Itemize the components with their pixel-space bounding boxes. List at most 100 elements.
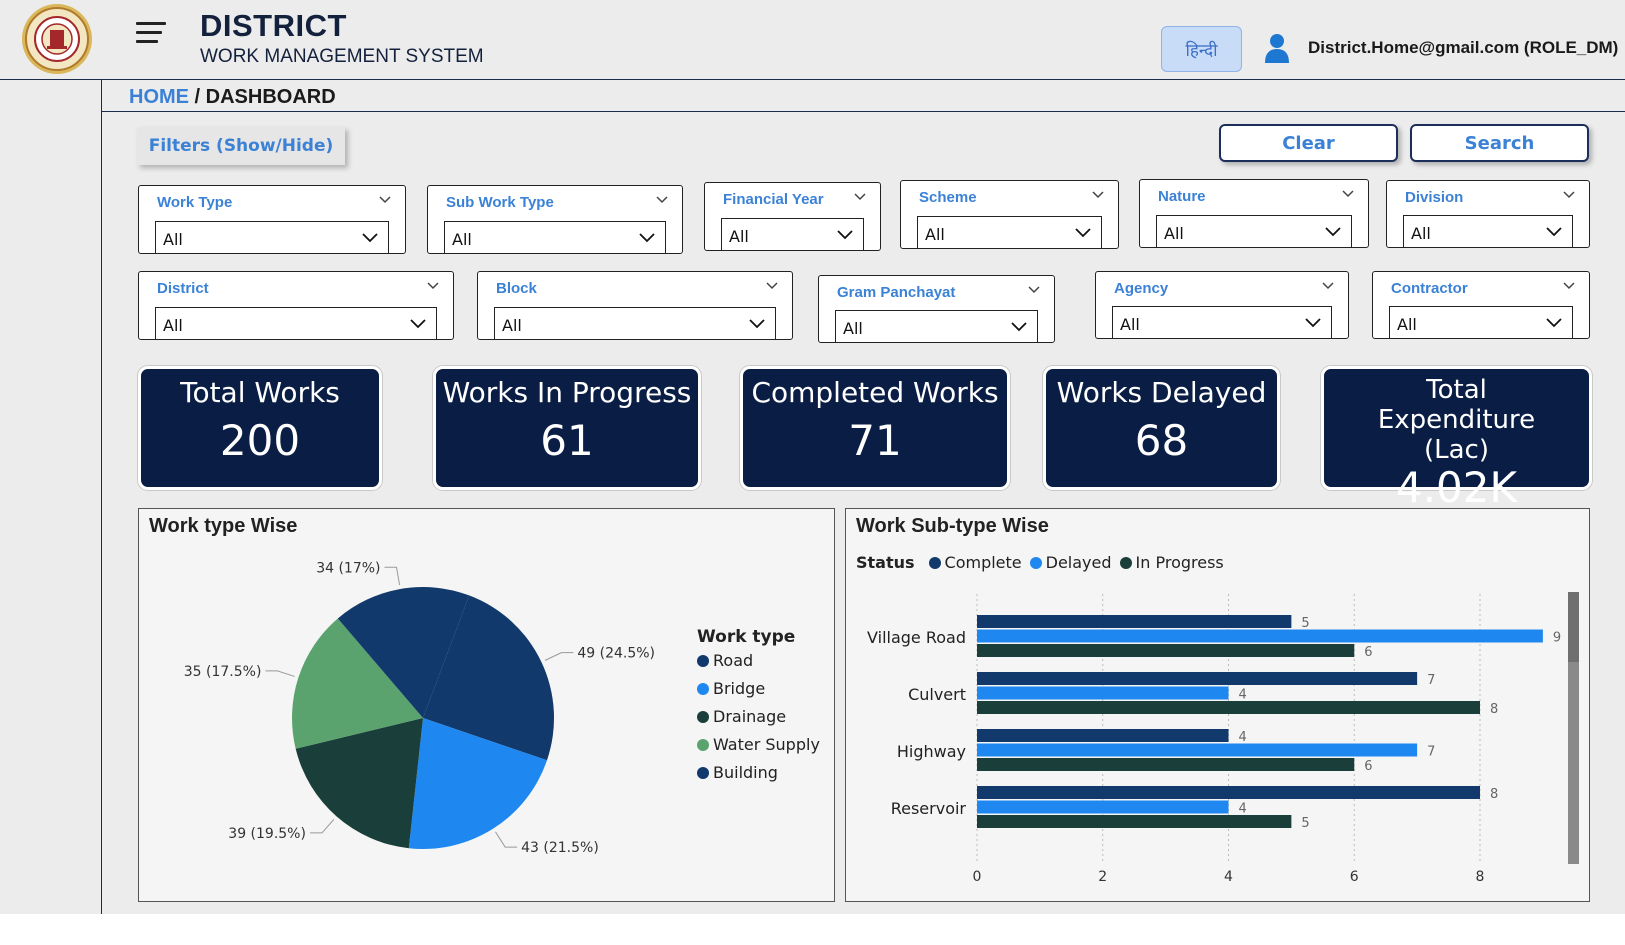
- filter-block-value: All: [502, 316, 522, 335]
- chart-scrollbar-thumb[interactable]: [1568, 592, 1579, 662]
- filter-gram-panchayat: Gram Panchayat All: [818, 275, 1055, 343]
- filter-district-label: District: [157, 280, 209, 297]
- filter-agency-select[interactable]: All: [1112, 306, 1332, 338]
- hamburger-menu-icon[interactable]: [136, 22, 166, 48]
- bar-complete[interactable]: [977, 786, 1480, 799]
- pie-data-label: 34 (17%): [316, 560, 380, 576]
- work-type-chart-panel: Work type Wise 49 (24.5%) 43 (21.5%) 39 (1…: [138, 508, 835, 902]
- filter-work-type-select[interactable]: All: [155, 221, 389, 253]
- filter-division-label: Division: [1405, 189, 1464, 206]
- bar-complete[interactable]: [977, 729, 1229, 742]
- pie-data-label: 39 (19.5%): [228, 826, 306, 842]
- filter-scheme-select[interactable]: All: [917, 216, 1102, 248]
- legend-item[interactable]: Road: [697, 651, 820, 670]
- breadcrumb-home-link[interactable]: HOME: [129, 86, 189, 108]
- chevron-down-icon[interactable]: [639, 230, 655, 246]
- filter-district-value: All: [163, 316, 183, 335]
- filter-district-select[interactable]: All: [155, 307, 437, 339]
- kpi-value: 71: [848, 416, 902, 465]
- filter-agency-label: Agency: [1114, 280, 1169, 297]
- filter-division-select[interactable]: All: [1403, 215, 1573, 247]
- filter-financial-year: Financial Year All: [704, 182, 881, 251]
- kpi-value: 200: [219, 416, 301, 465]
- legend-item[interactable]: Water Supply: [697, 735, 820, 754]
- filter-contractor-select[interactable]: All: [1389, 306, 1573, 338]
- bar-delayed[interactable]: [977, 629, 1543, 643]
- clear-button[interactable]: Clear: [1219, 124, 1398, 162]
- chevron-down-icon[interactable]: [410, 316, 426, 332]
- bar-in-progress[interactable]: [977, 758, 1355, 771]
- chevron-down-icon[interactable]: [1325, 224, 1341, 240]
- pie-leader-line: [384, 566, 401, 586]
- chevron-down-icon[interactable]: [1342, 188, 1354, 200]
- bar-complete[interactable]: [977, 672, 1418, 685]
- legend-item[interactable]: Bridge: [697, 679, 820, 698]
- kpi-title: Works Delayed: [1056, 376, 1267, 409]
- kpi-value: 4.02K: [1395, 463, 1518, 512]
- bar-delayed[interactable]: [977, 800, 1229, 814]
- chevron-down-icon[interactable]: [1546, 315, 1562, 331]
- bar-delayed[interactable]: [977, 686, 1229, 700]
- bar-value-label: 4: [1239, 730, 1247, 745]
- work-type-legend: Work type Road Bridge Drainage Water Supply…: [697, 627, 820, 791]
- category-label: Highway: [897, 742, 966, 761]
- chevron-down-icon[interactable]: [1563, 280, 1575, 292]
- filter-block-select[interactable]: All: [494, 307, 776, 339]
- kpi-card: Completed Works 71: [740, 366, 1010, 490]
- filter-agency: Agency All: [1095, 271, 1349, 339]
- language-toggle-button[interactable]: हिन्दी: [1161, 26, 1242, 72]
- breadcrumb-separator: /: [189, 86, 206, 108]
- kpi-title: Total Expenditure (Lac): [1377, 375, 1536, 465]
- work-subtype-chart-panel: Work Sub-type Wise Status Complete Delaye…: [845, 508, 1590, 902]
- chevron-down-icon[interactable]: [766, 280, 778, 292]
- filter-scheme-label: Scheme: [919, 189, 977, 206]
- chevron-down-icon[interactable]: [1546, 224, 1562, 240]
- bar-in-progress[interactable]: [977, 644, 1355, 657]
- search-button[interactable]: Search: [1410, 124, 1589, 162]
- filters-toggle-button[interactable]: Filters (Show/Hide): [137, 127, 345, 165]
- legend-item[interactable]: Building: [697, 763, 820, 782]
- chevron-down-icon[interactable]: [749, 316, 765, 332]
- bar-in-progress[interactable]: [977, 701, 1480, 714]
- chevron-down-icon[interactable]: [837, 227, 853, 243]
- chevron-down-icon[interactable]: [1075, 225, 1091, 241]
- filter-financial-year-select[interactable]: All: [721, 218, 864, 250]
- legend-item[interactable]: Drainage: [697, 707, 820, 726]
- chevron-down-icon[interactable]: [656, 194, 668, 206]
- user-icon: [1265, 34, 1289, 63]
- bar-value-label: 4: [1239, 802, 1247, 817]
- work-subtype-bar-chart: 0 2 4 6 8 Village Road 5 9 6 Culvert 7 4 8 Highway 4 7 6…: [867, 594, 1561, 885]
- bar-delayed[interactable]: [977, 743, 1418, 757]
- filter-agency-value: All: [1120, 315, 1140, 334]
- kpi-card: Works In Progress 61: [433, 366, 701, 490]
- kpi-value: 61: [540, 416, 594, 465]
- chevron-down-icon[interactable]: [1011, 319, 1027, 335]
- pie-leader-line: [309, 819, 335, 834]
- filter-gram-panchayat-select[interactable]: All: [835, 310, 1038, 342]
- chevron-down-icon[interactable]: [1028, 284, 1040, 296]
- filter-sub-work-type-select[interactable]: All: [444, 221, 666, 253]
- pie-data-label: 49 (24.5%): [577, 646, 655, 662]
- filter-financial-year-label: Financial Year: [723, 191, 824, 208]
- chevron-down-icon[interactable]: [362, 230, 378, 246]
- sidebar-divider: [101, 80, 102, 914]
- chevron-down-icon[interactable]: [427, 280, 439, 292]
- legend-label: Bridge: [713, 679, 766, 698]
- filter-gram-panchayat-value: All: [843, 319, 863, 338]
- pie-leader-line: [495, 831, 518, 848]
- user-email[interactable]: District.Home@gmail.com (ROLE_DM): [1308, 38, 1618, 58]
- bar-complete[interactable]: [977, 615, 1292, 628]
- category-label: Reservoir: [891, 799, 967, 818]
- chevron-down-icon[interactable]: [1305, 315, 1321, 331]
- chevron-down-icon[interactable]: [379, 194, 391, 206]
- chevron-down-icon[interactable]: [854, 191, 866, 203]
- legend-dot-icon: [697, 654, 709, 667]
- filter-nature-select[interactable]: All: [1156, 215, 1352, 247]
- legend-dot-icon: [697, 682, 709, 695]
- chevron-down-icon[interactable]: [1322, 280, 1334, 292]
- bar-in-progress[interactable]: [977, 815, 1292, 828]
- chevron-down-icon[interactable]: [1563, 189, 1575, 201]
- legend-label: Building: [713, 763, 778, 782]
- kpi-value: 68: [1134, 416, 1189, 465]
- chevron-down-icon[interactable]: [1092, 189, 1104, 201]
